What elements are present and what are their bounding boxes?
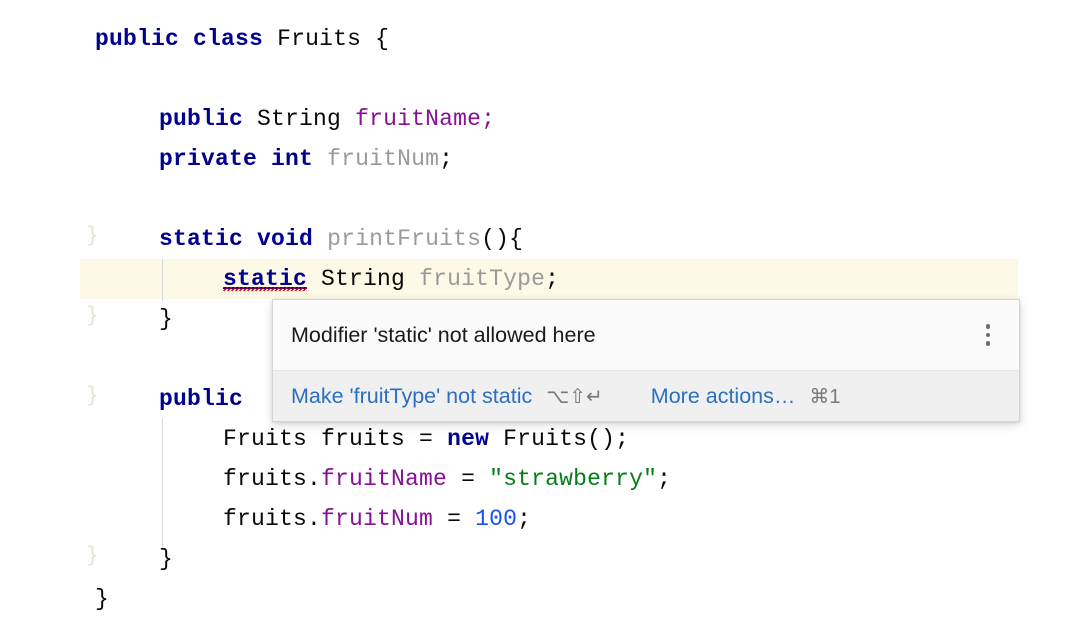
code-line[interactable]: fruits.fruitNum = 100; <box>223 499 531 539</box>
code-token: ; <box>545 266 560 292</box>
code-token: ; <box>481 106 496 132</box>
indent-guide <box>162 259 163 301</box>
more-actions-action[interactable]: More actions… ⌘1 <box>651 384 841 409</box>
code-line[interactable]: Fruits fruits = new Fruits(); <box>223 419 629 459</box>
more-actions-shortcut: ⌘1 <box>809 385 841 408</box>
code-fold-marker[interactable]: } <box>86 306 100 327</box>
code-token: fruits <box>321 426 406 452</box>
code-line[interactable]: public String fruitName; <box>159 99 495 139</box>
code-token: ; <box>439 146 454 172</box>
code-token: String <box>321 266 406 292</box>
more-actions-label[interactable]: More actions… <box>651 384 796 409</box>
code-token: fruitName <box>321 466 448 492</box>
error-token: static <box>223 266 308 292</box>
code-token: { <box>361 26 390 52</box>
code-token: ; <box>657 466 672 492</box>
code-token: } <box>95 586 110 612</box>
code-token: } <box>159 306 174 332</box>
code-token: class <box>193 26 264 52</box>
code-token: (); <box>587 426 630 452</box>
code-line[interactable]: static void printFruits(){ <box>159 219 523 259</box>
popup-message-text: Modifier 'static' not allowed here <box>291 322 596 347</box>
code-token: Fruits <box>277 26 362 52</box>
code-fold-marker[interactable]: } <box>86 226 100 247</box>
code-token: private <box>159 146 258 172</box>
code-line[interactable]: public class Fruits { <box>95 19 389 59</box>
popup-actions-row: Make 'fruitType' not static ⌥⇧↵ More act… <box>273 371 1019 421</box>
code-line[interactable]: } <box>159 539 173 579</box>
code-token: fruitNum <box>321 506 434 532</box>
code-line[interactable]: } <box>95 579 109 619</box>
code-token: static <box>159 226 244 252</box>
code-token: printFruits <box>327 226 482 252</box>
code-token: fruits. <box>223 466 322 492</box>
indent-guide <box>162 418 163 548</box>
code-token: int <box>271 146 314 172</box>
code-token: new <box>447 426 490 452</box>
code-line[interactable]: static String fruitType; <box>223 259 559 299</box>
code-token: } <box>159 546 174 572</box>
code-token: public <box>95 26 180 52</box>
intention-popup[interactable]: Modifier 'static' not allowed here Make … <box>272 299 1020 422</box>
code-token: = <box>433 506 476 532</box>
code-token: 100 <box>475 506 518 532</box>
code-fold-marker[interactable]: } <box>86 546 100 567</box>
code-line[interactable]: fruits.fruitName = "strawberry"; <box>223 459 671 499</box>
code-token: fruits. <box>223 506 322 532</box>
code-token: public <box>159 106 244 132</box>
code-token: = <box>405 426 448 452</box>
kebab-menu-icon[interactable] <box>975 315 1001 355</box>
code-token: "strawberry" <box>489 466 658 492</box>
code-token: (){ <box>481 226 524 252</box>
quick-fix-label[interactable]: Make 'fruitType' not static <box>291 384 532 409</box>
code-token: void <box>257 226 314 252</box>
code-line[interactable]: public <box>159 379 243 419</box>
quick-fix-shortcut: ⌥⇧↵ <box>546 385 603 408</box>
code-token: public <box>159 386 244 412</box>
quick-fix-action[interactable]: Make 'fruitType' not static ⌥⇧↵ <box>291 384 603 409</box>
code-fold-marker[interactable]: } <box>86 386 100 407</box>
code-token: fruitNum <box>327 146 440 172</box>
code-token: Fruits <box>223 426 308 452</box>
code-line[interactable]: private int fruitNum; <box>159 139 453 179</box>
code-token: fruitType <box>419 266 546 292</box>
code-token: String <box>257 106 342 132</box>
code-token: fruitName <box>355 106 482 132</box>
code-token: ; <box>517 506 532 532</box>
code-line[interactable]: } <box>159 299 173 339</box>
code-token: Fruits <box>503 426 588 452</box>
code-token: = <box>447 466 490 492</box>
popup-message-row: Modifier 'static' not allowed here <box>273 300 1019 370</box>
